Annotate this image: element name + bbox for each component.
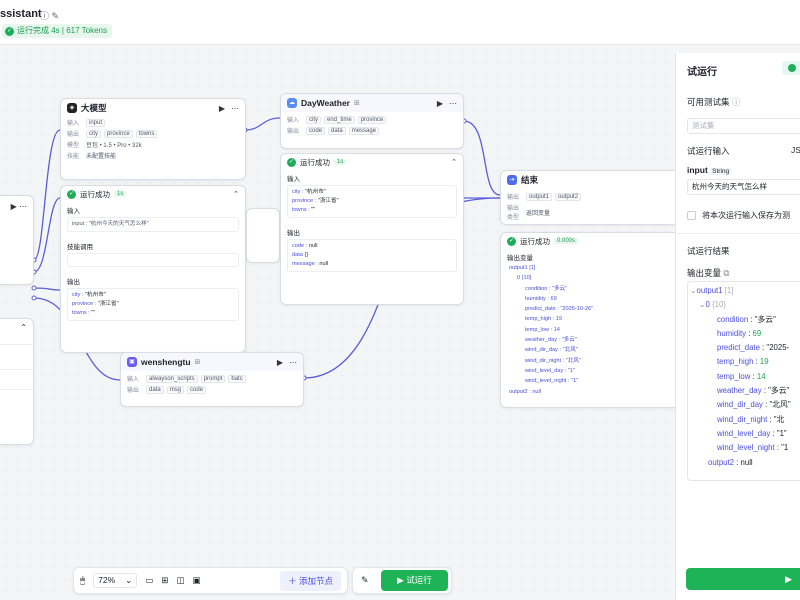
input-value-box: input : "杭州今天的天气怎么样"	[67, 217, 239, 232]
play-icon[interactable]: ▶	[277, 358, 283, 367]
llm-node[interactable]: ◈ 大模型 ▶ ⋯ 输入 input 输出 city province towns …	[60, 98, 246, 180]
tree-item: wind_dir_night : "北	[717, 414, 785, 424]
top-bar: ssistant ⓘ ✎ ✓ 运行完成 4s | 617 Tokens	[0, 0, 800, 45]
tree-item[interactable]: ⌄0 {10}	[688, 298, 800, 312]
debug-icon[interactable]: ✎	[361, 575, 369, 586]
title-info-icon[interactable]: ⓘ ✎	[40, 9, 59, 22]
llm-node-title: 大模型	[81, 103, 107, 113]
testset-label: 可用测试集 ⓘ	[687, 97, 741, 107]
workflow-title: ssistant	[0, 8, 42, 20]
dayweather-node[interactable]: ☁ DayWeather ⊞ ▶ ⋯ 输入 city end_time provi…	[280, 93, 464, 149]
comment-icon[interactable]: ▭	[145, 575, 153, 586]
output-var-tag: province	[104, 129, 133, 138]
tree-item: wind_dir_day : "北风"	[717, 400, 791, 410]
dayweather-result-panel: ✓ 运行成功 1s ⌃ 输入 city : "杭州市" province : "…	[280, 153, 464, 305]
hidden-node[interactable]	[246, 208, 280, 263]
input-field[interactable]: 杭州今天的天气怎么样	[687, 179, 800, 195]
tree-item: predict_date : "2025-	[717, 343, 790, 353]
tree-item[interactable]: ⌄output1 [1]	[688, 284, 800, 298]
success-icon: ✓	[507, 236, 516, 246]
success-icon: ✓	[287, 157, 296, 167]
tree-item: condition : "多云"	[717, 314, 776, 324]
more-icon[interactable]: ⋯	[231, 104, 239, 113]
input-section-label: 输入	[67, 208, 80, 215]
image-icon[interactable]: ▣	[192, 575, 200, 586]
start-result-panel: ⌃	[0, 318, 34, 445]
node-actions[interactable]: ▶ ⋯	[11, 202, 27, 211]
layout-icon[interactable]: ⊞	[161, 575, 168, 586]
zoom-select[interactable]: 72% ⌄	[93, 573, 138, 588]
success-icon: ✓	[67, 189, 76, 199]
plugin-badge-icon: ⊞	[353, 100, 360, 107]
json-toggle[interactable]: JS	[791, 145, 800, 155]
output-var-tag: towns	[135, 129, 158, 138]
collapse-icon[interactable]: ⌃	[20, 323, 27, 332]
test-run-panel: 试运行 可用测试集 ⓘ 测试集 试运行输入 JS input String 杭州…	[675, 53, 800, 600]
tree-item: output2 : null	[708, 457, 753, 467]
tree-item: temp_low : 14	[717, 371, 766, 381]
output-tree: ⌄output1 [1] ⌄0 {10} condition : "多云" humid…	[687, 281, 800, 481]
output-tree: output1 [1] 0 {10} condition : "多云" humi…	[509, 265, 594, 395]
minimap-icon[interactable]: ◫	[176, 575, 184, 586]
plugin-icon: ▣	[127, 357, 137, 367]
input-name-label: input String	[687, 165, 732, 175]
model-name: 豆包 • 1.5 • Pro • 32k	[86, 143, 142, 149]
panel-title: 试运行	[687, 67, 717, 78]
plugin-icon: ☁	[287, 98, 297, 108]
input-section-label: 试运行输入	[687, 146, 730, 156]
end-icon: ⇥	[507, 175, 517, 185]
bottom-toolbar: 🖱 72% ⌄ ▭ ⊞ ◫ ▣ ＋ 添加节点	[73, 567, 348, 594]
output-value-box: city : "杭州市" province : "浙江省" towns : ""	[67, 288, 239, 321]
testset-select[interactable]: 测试集	[687, 118, 800, 134]
tree-item: wind_level_night : "1	[717, 443, 789, 453]
result-section-label: 试运行结果	[687, 246, 730, 256]
plugin-badge-icon: ⊞	[194, 359, 201, 366]
tree-item: humidity : 69	[717, 328, 762, 338]
output-value-box: code : null data {} message : null	[287, 239, 457, 272]
check-icon: ✓	[5, 26, 14, 36]
input-value-box: city : "杭州市" province : "浙江省" towns : ""	[287, 185, 457, 218]
collapse-icon[interactable]: ⌃	[451, 158, 457, 166]
tree-item: weather_day : "多云"	[717, 386, 790, 396]
llm-icon: ◈	[67, 103, 77, 113]
tree-item: temp_high : 19	[717, 357, 769, 367]
panel-run-button[interactable]: ▶	[686, 568, 800, 590]
save-checkbox[interactable]	[687, 211, 696, 220]
chevron-down-icon: ⌄	[125, 575, 133, 585]
skill-box	[67, 253, 239, 267]
wenshengtu-node[interactable]: ▣ wenshengtu ⊞ ▶ ⋯ 输入 alwayson_scripts pr…	[120, 352, 304, 407]
output-var-tag: city	[86, 129, 101, 138]
run-status-badge: ✓ 运行完成 4s | 617 Tokens	[2, 24, 112, 38]
skill-section-label: 技能调用	[67, 244, 93, 251]
add-node-button[interactable]: ＋ 添加节点	[280, 570, 341, 591]
duration-badge: 1s	[114, 191, 127, 197]
run-status-text: 运行完成 4s | 617 Tokens	[17, 26, 107, 35]
more-icon[interactable]: ⋯	[449, 99, 457, 108]
start-node[interactable]: ▶ ⋯	[0, 195, 34, 285]
more-icon[interactable]: ⋯	[289, 358, 297, 367]
output-var-label: 输出变量 ⧉	[687, 268, 730, 278]
tree-item: wind_level_day : "1"	[717, 428, 787, 438]
input-var-tag: input	[86, 118, 106, 127]
result-title: 运行成功	[80, 189, 110, 199]
test-run-button[interactable]: ▶ 试运行	[381, 570, 448, 591]
collapse-icon[interactable]: ⌃	[233, 190, 239, 198]
end-result-panel: ✓ 运行成功 0.000s 输出变量 output1 [1] 0 {10} co…	[500, 232, 680, 408]
end-node[interactable]: ⇥ 结束 输出 output1 output2 输出类型 返回变量	[500, 170, 680, 225]
skill-value: 未配置技能	[86, 154, 117, 160]
play-icon[interactable]: ▶	[437, 99, 443, 108]
close-icon[interactable]	[782, 61, 800, 75]
output-section-label: 输出	[67, 279, 80, 286]
llm-result-panel: ✓ 运行成功 1s ⌃ 输入 input : "杭州今天的天气怎么样" 技能调用…	[60, 185, 246, 353]
mouse-mode-icon[interactable]: 🖱	[80, 575, 85, 586]
save-checkbox-row[interactable]: 将本次运行输入保存为测	[687, 210, 790, 221]
play-icon[interactable]: ▶	[219, 104, 225, 113]
